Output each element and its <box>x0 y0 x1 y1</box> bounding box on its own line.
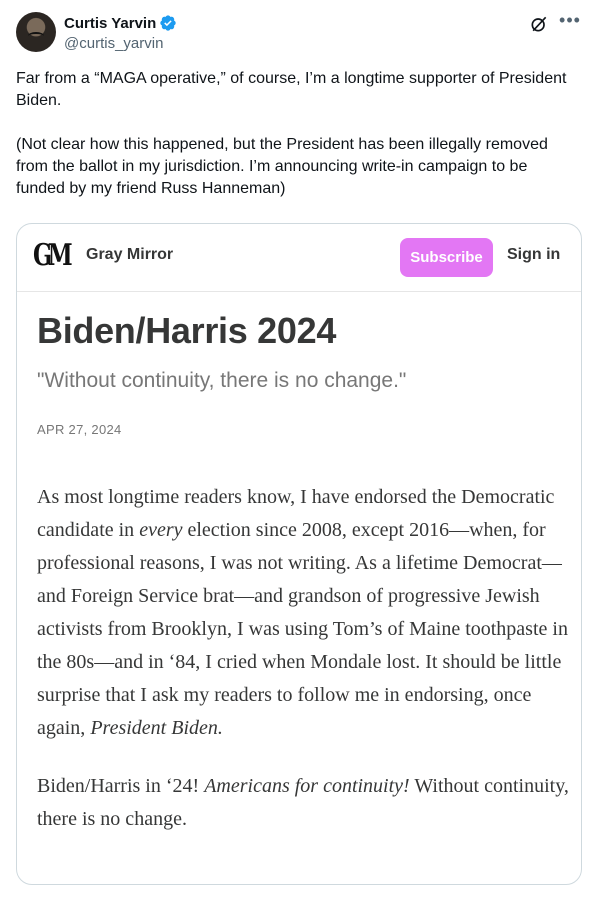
verified-badge-icon <box>160 15 176 31</box>
grok-icon[interactable] <box>529 14 549 34</box>
author-name-row: Curtis Yarvin <box>64 14 177 32</box>
gray-mirror-logo: GM <box>33 238 73 273</box>
subscribe-button[interactable]: Subscribe <box>400 238 493 277</box>
body-emphasis: every <box>139 519 183 541</box>
link-preview-card[interactable]: GM Gray Mirror Subscribe Sign in Biden/H… <box>16 223 582 885</box>
tweet-header: Curtis Yarvin @curtis_yarvin ••• <box>16 11 583 56</box>
author-handle[interactable]: @curtis_yarvin <box>64 35 163 52</box>
article-subtitle: "Without continuity, there is no change.… <box>37 369 407 392</box>
sign-in-link[interactable]: Sign in <box>507 246 560 264</box>
body-text: election since 2008, except 2016—when, f… <box>37 519 568 739</box>
article-title: Biden/Harris 2024 <box>37 310 337 351</box>
body-emphasis: Americans for continuity! <box>204 775 410 797</box>
article-body: As most longtime readers know, I have en… <box>37 481 573 836</box>
publication-name[interactable]: Gray Mirror <box>86 246 173 264</box>
article-date: APR 27, 2024 <box>37 422 122 437</box>
author-display-name[interactable]: Curtis Yarvin <box>64 15 156 32</box>
body-text: Biden/Harris in ‘24! <box>37 775 205 797</box>
card-header: GM Gray Mirror Subscribe Sign in <box>17 224 581 292</box>
tweet-text: Far from a “MAGA operative,” of course, … <box>16 68 576 200</box>
tweet-paragraph: (Not clear how this happened, but the Pr… <box>16 136 548 197</box>
more-icon[interactable]: ••• <box>557 11 583 34</box>
tweet-paragraph: Far from a “MAGA operative,” of course, … <box>16 70 567 109</box>
avatar[interactable] <box>16 12 56 52</box>
article-paragraph: As most longtime readers know, I have en… <box>37 481 573 745</box>
body-emphasis: President Biden. <box>90 717 223 739</box>
article-paragraph: Biden/Harris in ‘24! Americans for conti… <box>37 770 573 836</box>
